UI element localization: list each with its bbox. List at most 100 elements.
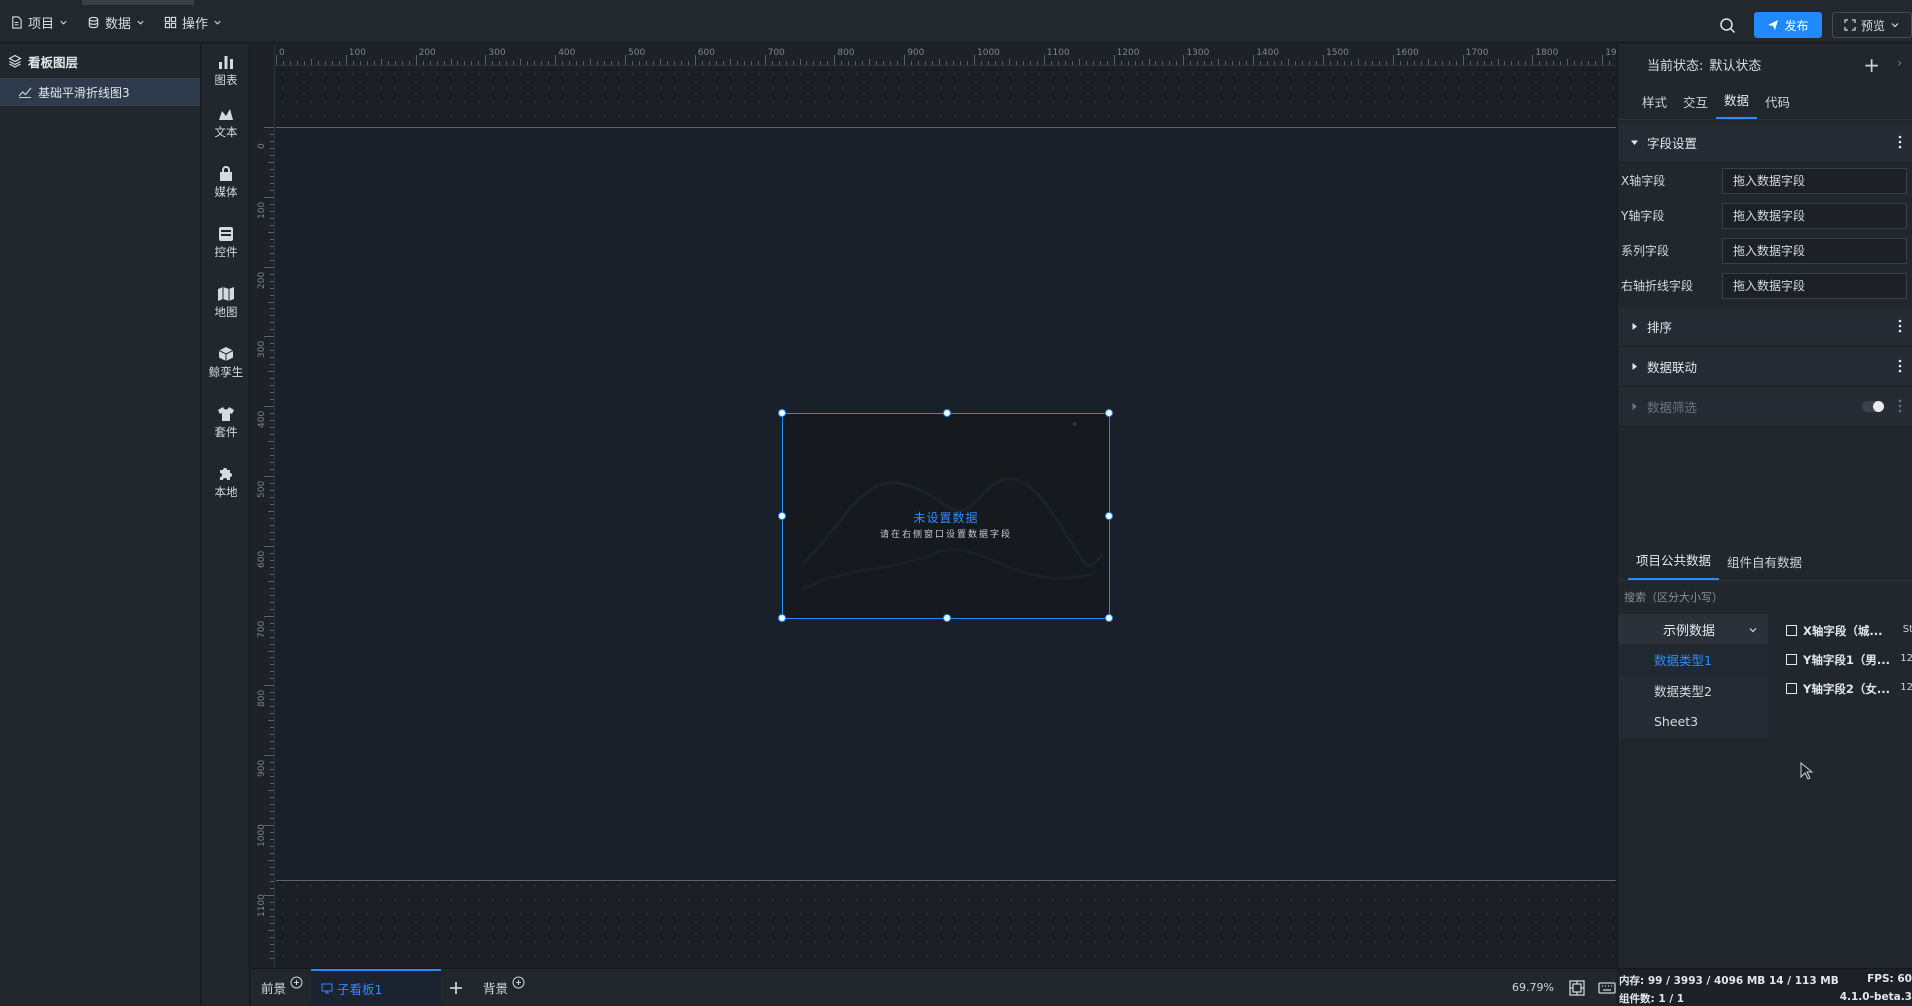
ruler-tick — [270, 308, 274, 310]
ruler-tick — [270, 462, 274, 464]
data-source-option[interactable]: Sheet3 — [1618, 706, 1768, 737]
grid-icon — [164, 16, 177, 29]
keyboard-icon[interactable] — [1598, 979, 1616, 997]
ruler-tick — [270, 706, 274, 708]
preview-button[interactable]: 预览 — [1832, 12, 1912, 38]
section-data-filter[interactable]: 数据筛选 — [1618, 387, 1912, 427]
checkbox[interactable] — [1786, 654, 1797, 665]
tab-style[interactable]: 样式 — [1634, 92, 1675, 119]
resize-handle-bottom-right[interactable] — [1105, 614, 1113, 622]
more-vertical-icon[interactable] — [1898, 319, 1902, 333]
section-data-linkage[interactable]: 数据联动 — [1618, 347, 1912, 387]
section-field-settings[interactable]: 字段设置 — [1618, 123, 1912, 163]
resize-handle-top-right[interactable] — [1105, 409, 1113, 417]
ruler-tick — [270, 692, 274, 694]
component-text[interactable]: 文本 — [202, 100, 250, 146]
resize-handle-top[interactable] — [943, 409, 951, 417]
ruler-tick — [324, 61, 326, 65]
data-filter-toggle[interactable] — [1862, 401, 1884, 412]
tab-subboard[interactable]: 子看板1 — [311, 969, 441, 1006]
component-media[interactable]: 媒体 — [202, 160, 250, 206]
ruler-tick — [270, 657, 274, 659]
publish-button[interactable]: 发布 — [1754, 12, 1822, 38]
ruler-tick — [1546, 61, 1548, 65]
add-state-button[interactable]: + — [1863, 53, 1880, 77]
ruler-tick — [270, 713, 274, 715]
data-source-option[interactable]: 数据类型2 — [1618, 675, 1768, 706]
zoom-level[interactable]: 69.79% — [1512, 981, 1554, 994]
component-map[interactable]: 地图 — [202, 280, 250, 326]
ruler-label: 1300 — [1186, 48, 1210, 58]
ruler-tick — [520, 59, 522, 65]
resize-handle-bottom[interactable] — [943, 614, 951, 622]
more-vertical-icon[interactable] — [1898, 359, 1902, 373]
ruler-tick — [270, 182, 274, 184]
search-button[interactable] — [1712, 11, 1742, 39]
tab-foreground[interactable]: 前景 — [261, 969, 303, 1006]
ruler-tick — [270, 357, 274, 359]
data-field-type: 12 — [1900, 682, 1912, 693]
checkbox[interactable] — [1786, 625, 1797, 636]
ruler-tick — [270, 727, 274, 729]
ruler-tick — [270, 350, 274, 352]
component-twin[interactable]: 鲸孪生 — [202, 340, 250, 386]
component-local[interactable]: 本地 — [202, 460, 250, 506]
fit-screen-icon[interactable] — [1568, 979, 1586, 997]
tab-data[interactable]: 数据 — [1716, 90, 1758, 119]
chart-widget[interactable]: 未设置数据 请在右侧窗口设置数据字段 — [778, 409, 1113, 622]
ruler-tick — [270, 140, 274, 142]
add-circle-icon[interactable] — [290, 976, 303, 989]
ruler-tick — [960, 61, 962, 65]
menu-project[interactable]: 项目 — [10, 13, 68, 32]
menu-data[interactable]: 数据 — [87, 13, 145, 32]
tab-code[interactable]: 代码 — [1757, 92, 1798, 119]
section-sort[interactable]: 排序 — [1618, 307, 1912, 347]
component-kit[interactable]: 套件 — [202, 400, 250, 446]
add-circle-icon[interactable] — [512, 976, 525, 989]
tab-project-data[interactable]: 项目公共数据 — [1628, 550, 1720, 580]
resize-handle-bottom-left[interactable] — [778, 614, 786, 622]
ruler-tick — [352, 61, 354, 65]
data-source-select[interactable]: 示例数据 — [1618, 614, 1768, 644]
chevron-right-icon[interactable]: › — [1897, 56, 1902, 70]
field-drop-y[interactable]: 拖入数据字段 — [1722, 202, 1907, 229]
tab-interaction[interactable]: 交互 — [1675, 92, 1716, 119]
component-chart[interactable]: 图表 — [202, 48, 250, 94]
tab-background[interactable]: 背景 — [483, 969, 525, 1006]
file-icon — [12, 16, 22, 29]
ruler-tick — [270, 273, 274, 275]
state-value[interactable]: 默认状态 — [1709, 55, 1761, 74]
resize-handle-right[interactable] — [1105, 512, 1113, 520]
data-field-item[interactable]: X轴字段（城... St — [1786, 616, 1912, 645]
field-drop-x[interactable]: 拖入数据字段 — [1722, 167, 1907, 194]
menu-operation-label: 操作 — [182, 17, 209, 32]
add-subboard-button[interactable] — [449, 969, 463, 1006]
field-drop-right-axis[interactable]: 拖入数据字段 — [1722, 272, 1907, 299]
ruler-tick — [827, 61, 829, 65]
ruler-tick — [457, 61, 459, 65]
field-row-series: 系列字段 拖入数据字段 — [1618, 233, 1912, 268]
ruler-tick — [270, 880, 274, 882]
ruler-tick — [443, 61, 445, 65]
top-right-actions: 发布 预览 — [1712, 11, 1912, 39]
data-source-option[interactable]: 数据类型1 — [1618, 644, 1768, 675]
ruler-tick — [270, 643, 274, 645]
resize-handle-left[interactable] — [778, 512, 786, 520]
cube-icon — [218, 347, 234, 361]
menu-operation[interactable]: 操作 — [164, 13, 222, 32]
ruler-tick — [264, 406, 274, 408]
tab-component-data[interactable]: 组件自有数据 — [1719, 552, 1810, 580]
ruler-tick — [1015, 61, 1017, 65]
checkbox[interactable] — [1786, 683, 1797, 694]
data-search-input[interactable]: 搜索（区分大小写） — [1624, 589, 1723, 605]
layer-item[interactable]: 基础平滑折线图3 — [0, 78, 200, 106]
data-field-item[interactable]: Y轴字段1（男... 12 — [1786, 645, 1912, 674]
ruler-tick — [792, 61, 794, 65]
more-vertical-icon[interactable] — [1898, 399, 1902, 413]
more-vertical-icon[interactable] — [1898, 135, 1902, 149]
field-drop-series[interactable]: 拖入数据字段 — [1722, 237, 1907, 264]
ruler-tick — [270, 503, 274, 505]
component-control[interactable]: 控件 — [202, 220, 250, 266]
resize-handle-top-left[interactable] — [778, 409, 786, 417]
data-field-item[interactable]: Y轴字段2（女... 12 — [1786, 674, 1912, 703]
